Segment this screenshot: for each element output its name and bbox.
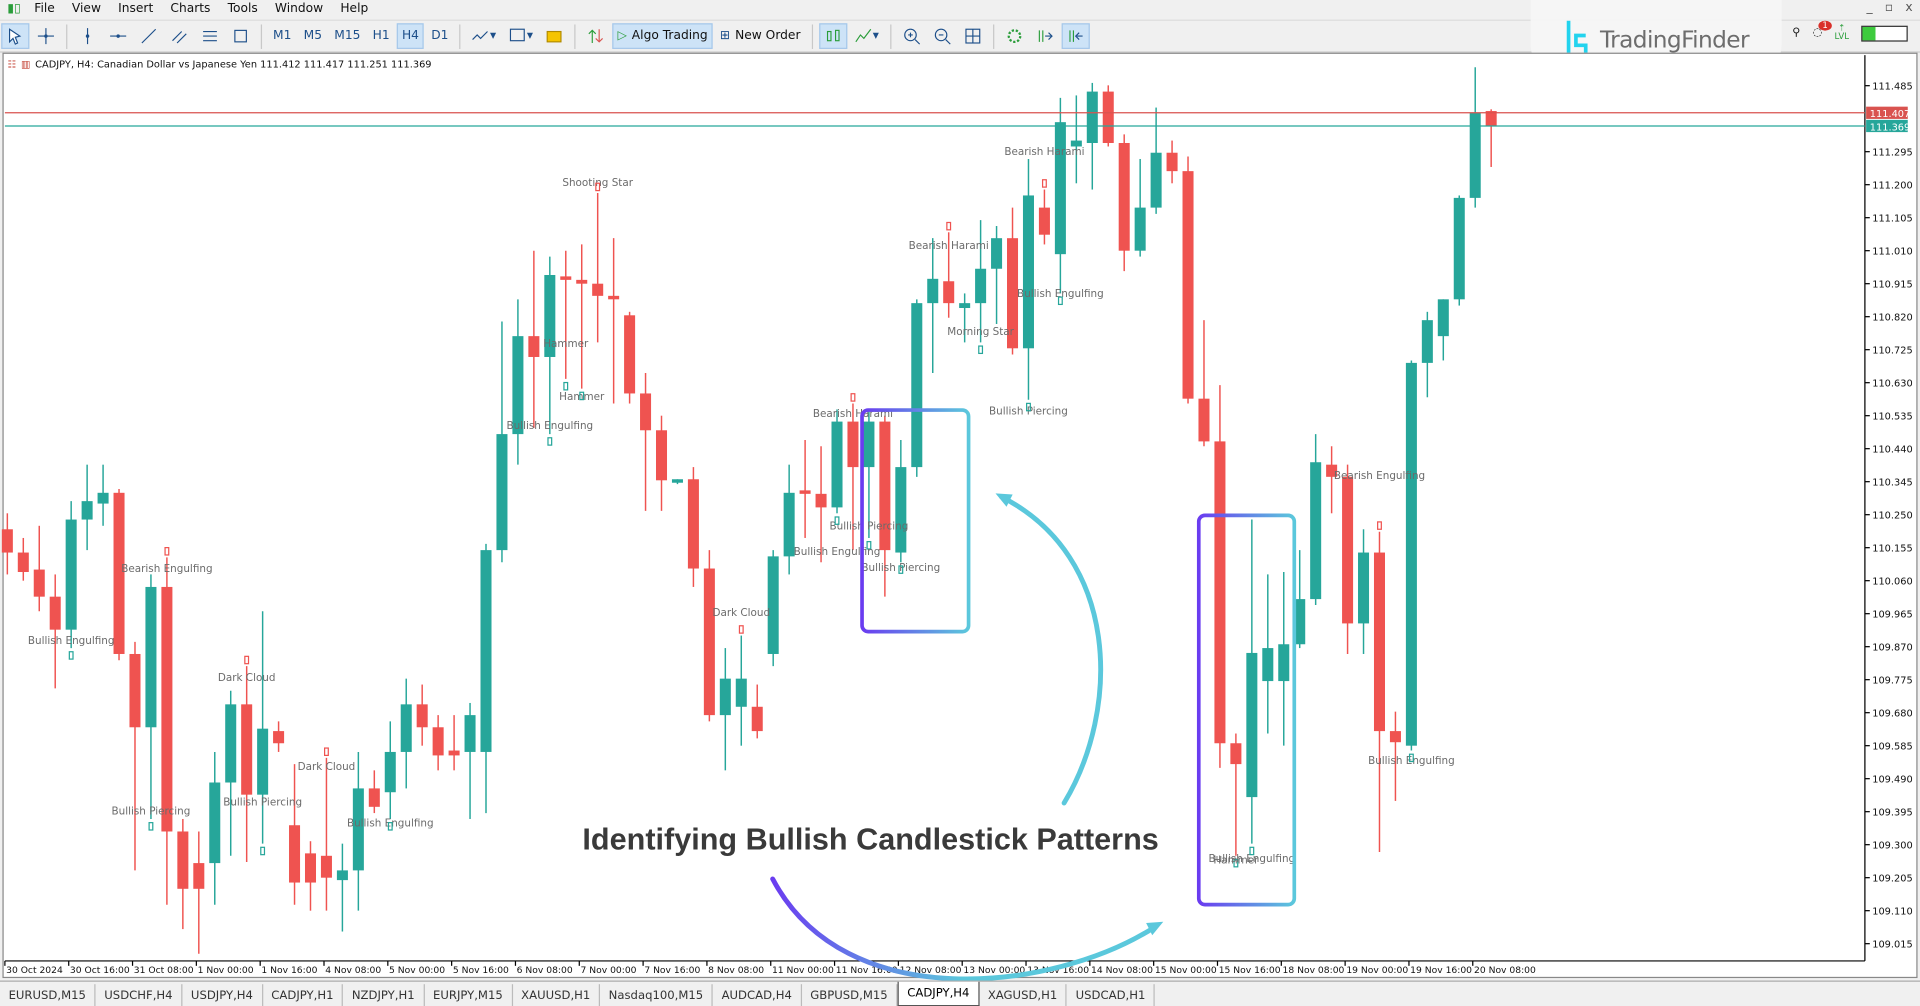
indicator-icon <box>472 31 489 40</box>
chart-tab[interactable]: NZDJPY,H1 <box>343 984 425 1006</box>
menu-tools[interactable]: Tools <box>223 2 270 15</box>
algo-trading-label: Algo Trading <box>631 29 708 43</box>
menu-insert[interactable]: Insert <box>113 2 165 15</box>
toolbar-divider <box>889 23 892 49</box>
candlestick-chart-button[interactable] <box>818 23 848 49</box>
chart-shift-icon <box>1069 30 1083 42</box>
menu-charts[interactable]: Charts <box>165 2 222 15</box>
chart-tab[interactable]: XAUUSD,H1 <box>513 984 601 1006</box>
chart-tab[interactable]: USDCAD,H1 <box>1067 984 1156 1006</box>
close-icon[interactable]: x <box>1905 1 1912 14</box>
tile-windows-button[interactable] <box>958 23 986 49</box>
app-candles-icon: ▮▯ <box>7 1 21 16</box>
horizontal-line-icon <box>110 34 127 38</box>
candlestick-icon <box>826 29 840 42</box>
restore-icon[interactable]: ▫ <box>1885 1 1893 14</box>
chart-title: CADJPY, H4: Canadian Dollar vs Japanese … <box>35 58 432 70</box>
window-controls: _ ▫ x <box>1866 1 1912 14</box>
buy-sell-arrows-icon <box>588 29 604 43</box>
toolbar-divider <box>992 23 994 49</box>
chart-tab[interactable]: CADJPY,H1 <box>263 984 344 1006</box>
timeframe-m5[interactable]: M5 <box>299 23 327 49</box>
channel-icon <box>172 31 187 44</box>
chart-tab[interactable]: EURUSD,M15 <box>0 984 96 1006</box>
horizontal-line-button[interactable] <box>104 23 132 49</box>
timeframe-h1[interactable]: H1 <box>368 23 395 49</box>
zoom-out-icon <box>934 28 951 45</box>
auto-scroll-button[interactable] <box>1031 23 1059 49</box>
folder-icon <box>546 30 562 43</box>
menu-window[interactable]: Window <box>270 2 335 15</box>
status-icons: ⚲ ◌ 1 ⇡ LVL <box>1792 20 1908 42</box>
line-chart-dropdown[interactable]: ▾ <box>849 23 883 49</box>
crosshair-icon <box>37 28 54 45</box>
play-icon: ▷ <box>617 29 627 43</box>
templates-dropdown[interactable]: ▾ <box>504 23 538 49</box>
signal-level-icon: ⇡ LVL <box>1834 23 1849 42</box>
settings-button[interactable] <box>1000 23 1028 49</box>
notifications-icon[interactable]: ◌ 1 <box>1813 20 1832 39</box>
new-order-button[interactable]: ⊞ New Order <box>715 23 805 49</box>
one-click-trading-icon[interactable]: ☷ <box>7 59 16 70</box>
cursor-button[interactable] <box>1 23 30 49</box>
toolbar-divider <box>459 23 461 49</box>
toolbar-divider <box>66 23 68 49</box>
toolbar-divider <box>260 23 263 49</box>
chart-tab[interactable]: USDJPY,H4 <box>182 984 263 1006</box>
channel-button[interactable] <box>165 23 193 49</box>
indicators-dropdown[interactable]: ▾ <box>467 23 501 49</box>
chart-header: ☷ ▥ CADJPY, H4: Canadian Dollar vs Japan… <box>7 59 431 70</box>
shapes-button[interactable] <box>227 23 255 49</box>
toolbar-divider <box>811 23 813 49</box>
search-icon[interactable]: ⚲ <box>1792 27 1800 39</box>
notification-badge: 1 <box>1818 20 1832 31</box>
chart-shift-button[interactable] <box>1061 23 1090 49</box>
new-order-label: New Order <box>735 29 801 43</box>
timeframe-m15[interactable]: M15 <box>329 23 365 49</box>
chart-properties-icon[interactable]: ▥ <box>21 59 30 70</box>
lvl-label: LVL <box>1834 31 1849 42</box>
timeframe-m1[interactable]: M1 <box>268 23 296 49</box>
chart-tab[interactable]: CADJPY,H4 <box>897 981 980 1006</box>
profiles-button[interactable] <box>540 23 568 49</box>
menu-view[interactable]: View <box>67 2 113 15</box>
trendline-icon <box>141 28 157 44</box>
timeframe-d1[interactable]: D1 <box>426 23 453 49</box>
fibonacci-button[interactable] <box>196 23 224 49</box>
chart-tab[interactable]: AUDCAD,H4 <box>713 984 802 1006</box>
connection-bar <box>1861 25 1908 42</box>
algo-trading-button[interactable]: ▷ Algo Trading <box>612 23 713 49</box>
zoom-in-button[interactable] <box>897 23 925 49</box>
menu-file[interactable]: File <box>29 2 67 15</box>
terminal-window: ▮▯ File View Insert Charts Tools Window … <box>0 0 1920 1006</box>
fibonacci-icon <box>203 30 217 42</box>
grid-icon <box>965 28 981 44</box>
auto-scroll-icon <box>1038 30 1053 42</box>
cursor-icon <box>8 28 22 45</box>
menu-help[interactable]: Help <box>335 2 380 15</box>
chart-tabs: EURUSD,M15 USDCHF,H4 USDJPY,H4 CADJPY,H1 NZD… <box>0 980 1920 1006</box>
chart-tab[interactable]: XAGUSD,H1 <box>979 984 1068 1006</box>
chart-tab[interactable]: GBPUSD,M15 <box>802 984 898 1006</box>
new-order-icon: ⊞ <box>719 29 731 43</box>
line-chart-icon <box>855 28 871 43</box>
crosshair-button[interactable] <box>32 23 60 49</box>
chart-tab[interactable]: EURJPY,M15 <box>424 984 513 1006</box>
zoom-out-button[interactable] <box>928 23 956 49</box>
rectangle-icon <box>234 29 247 43</box>
logo-text: TradingFinder <box>1600 26 1750 54</box>
zoom-in-icon <box>903 28 920 45</box>
minimize-icon[interactable]: _ <box>1866 1 1872 14</box>
chart-window[interactable] <box>2 52 1918 979</box>
trade-button[interactable] <box>582 23 610 49</box>
vertical-line-icon <box>85 28 90 45</box>
chart-tab[interactable]: USDCHF,H4 <box>96 984 183 1006</box>
timeframe-h4[interactable]: H4 <box>397 23 424 49</box>
gear-icon <box>1007 29 1022 43</box>
trendline-button[interactable] <box>135 23 163 49</box>
chart-tab[interactable]: Nasdaq100,M15 <box>600 984 713 1006</box>
toolbar-divider <box>574 23 576 49</box>
template-icon <box>510 28 526 42</box>
vertical-line-button[interactable] <box>73 23 101 49</box>
